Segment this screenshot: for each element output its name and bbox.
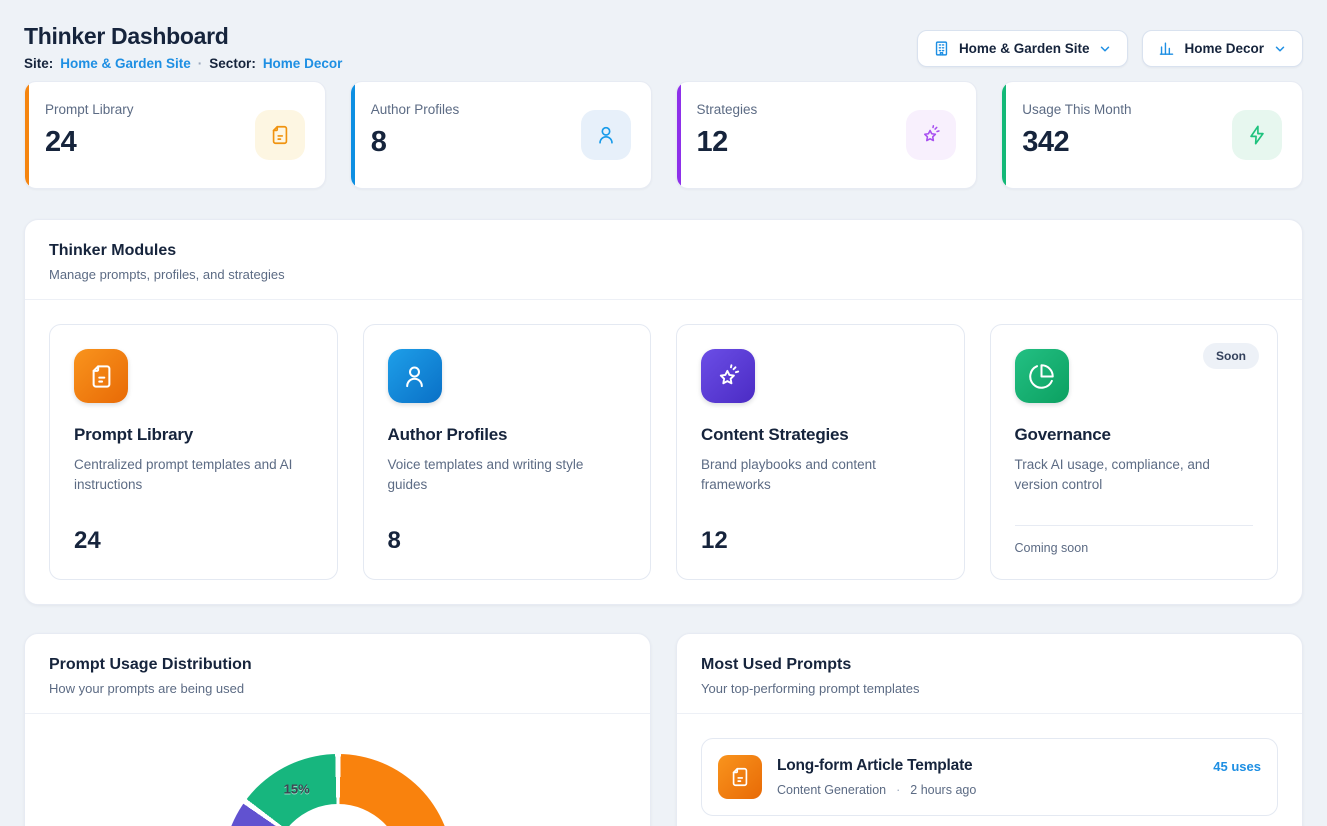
dashboard-page: Thinker Dashboard Site: Home & Garden Si…	[0, 0, 1327, 826]
breadcrumb: Site: Home & Garden Site · Sector: Home …	[24, 56, 342, 71]
usage-panel-title: Prompt Usage Distribution	[49, 656, 626, 674]
accent-bar	[351, 82, 355, 188]
modules-subtitle: Manage prompts, profiles, and strategies	[49, 267, 1278, 282]
stat-card-usage: Usage This Month 342	[1001, 81, 1303, 189]
site-selector-button[interactable]: Home & Garden Site	[917, 30, 1129, 67]
stat-card-prompt-library: Prompt Library 24	[24, 81, 326, 189]
dot-separator: ·	[896, 783, 900, 797]
most-used-prompts-panel: Most Used Prompts Your top-performing pr…	[676, 633, 1303, 826]
prompt-meta: Content Generation · 2 hours ago	[777, 783, 976, 797]
user-icon	[581, 110, 631, 160]
page-header: Thinker Dashboard Site: Home & Garden Si…	[24, 22, 1303, 71]
module-description: Centralized prompt templates and AI inst…	[74, 455, 308, 496]
usage-donut-chart[interactable]: 15%	[223, 754, 453, 826]
module-description: Voice templates and writing style guides	[388, 455, 622, 496]
header-left: Thinker Dashboard Site: Home & Garden Si…	[24, 22, 342, 71]
usage-distribution-panel: Prompt Usage Distribution How your promp…	[24, 633, 651, 826]
module-count: 8	[388, 527, 627, 555]
prompt-time: 2 hours ago	[910, 783, 976, 797]
chevron-down-icon	[1098, 42, 1112, 56]
accent-bar	[677, 82, 681, 188]
bottom-row: Prompt Usage Distribution How your promp…	[24, 633, 1303, 826]
module-card-governance[interactable]: Soon Governance Track AI usage, complian…	[990, 324, 1279, 580]
sector-link[interactable]: Home Decor	[263, 56, 343, 71]
accent-bar	[25, 82, 29, 188]
donut-percent-label: 15%	[284, 781, 310, 796]
stat-card-strategies: Strategies 12	[676, 81, 978, 189]
module-description: Brand playbooks and content frameworks	[701, 455, 935, 496]
accent-bar	[1002, 82, 1006, 188]
stats-row: Prompt Library 24 Author Profiles 8 Stra…	[24, 81, 1303, 189]
page-title: Thinker Dashboard	[24, 22, 342, 50]
usage-panel-header: Prompt Usage Distribution How your promp…	[25, 634, 650, 714]
chevron-down-icon	[1273, 42, 1287, 56]
building-icon	[933, 40, 950, 57]
bar-chart-icon	[1158, 40, 1175, 57]
sector-label: Sector:	[209, 56, 256, 71]
usage-panel-subtitle: How your prompts are being used	[49, 681, 626, 696]
module-title: Governance	[1015, 425, 1254, 445]
document-icon	[718, 755, 762, 799]
dot-separator: ·	[198, 56, 203, 71]
thinker-modules-panel: Thinker Modules Manage prompts, profiles…	[24, 219, 1303, 605]
prompts-panel-title: Most Used Prompts	[701, 656, 1278, 674]
prompt-category: Content Generation	[777, 783, 886, 797]
module-count: 24	[74, 527, 313, 555]
sector-selector-button[interactable]: Home Decor	[1142, 30, 1303, 67]
site-label: Site:	[24, 56, 53, 71]
lightning-icon	[1232, 110, 1282, 160]
document-icon	[74, 349, 128, 403]
module-description: Track AI usage, compliance, and version …	[1015, 455, 1249, 496]
module-title: Content Strategies	[701, 425, 940, 445]
pie-chart-icon	[1015, 349, 1069, 403]
coming-soon-text: Coming soon	[1015, 541, 1254, 555]
site-selector-label: Home & Garden Site	[959, 41, 1090, 56]
prompts-panel-subtitle: Your top-performing prompt templates	[701, 681, 1278, 696]
sparkle-star-icon	[906, 110, 956, 160]
divider	[1015, 525, 1254, 526]
module-card-author-profiles[interactable]: Author Profiles Voice templates and writ…	[363, 324, 652, 580]
module-count: 12	[701, 527, 940, 555]
module-title: Prompt Library	[74, 425, 313, 445]
header-actions: Home & Garden Site Home Decor	[917, 30, 1303, 67]
stat-card-author-profiles: Author Profiles 8	[350, 81, 652, 189]
modules-header: Thinker Modules Manage prompts, profiles…	[25, 220, 1302, 300]
prompts-panel-header: Most Used Prompts Your top-performing pr…	[677, 634, 1302, 714]
soon-badge: Soon	[1203, 343, 1259, 369]
chart-area: 15%	[25, 754, 650, 826]
modules-grid: Prompt Library Centralized prompt templa…	[25, 300, 1302, 604]
prompt-item-body: Long-form Article Template Content Gener…	[777, 755, 976, 797]
sector-selector-label: Home Decor	[1184, 41, 1264, 56]
prompt-list-item[interactable]: Long-form Article Template Content Gener…	[701, 738, 1278, 816]
document-icon	[255, 110, 305, 160]
prompt-title: Long-form Article Template	[777, 757, 976, 775]
module-card-prompt-library[interactable]: Prompt Library Centralized prompt templa…	[49, 324, 338, 580]
modules-title: Thinker Modules	[49, 242, 1278, 260]
user-icon	[388, 349, 442, 403]
prompt-uses-badge: 45 uses	[1213, 755, 1261, 774]
module-card-content-strategies[interactable]: Content Strategies Brand playbooks and c…	[676, 324, 965, 580]
site-link[interactable]: Home & Garden Site	[60, 56, 191, 71]
module-title: Author Profiles	[388, 425, 627, 445]
module-footer: Coming soon	[1015, 525, 1254, 555]
sparkle-star-icon	[701, 349, 755, 403]
